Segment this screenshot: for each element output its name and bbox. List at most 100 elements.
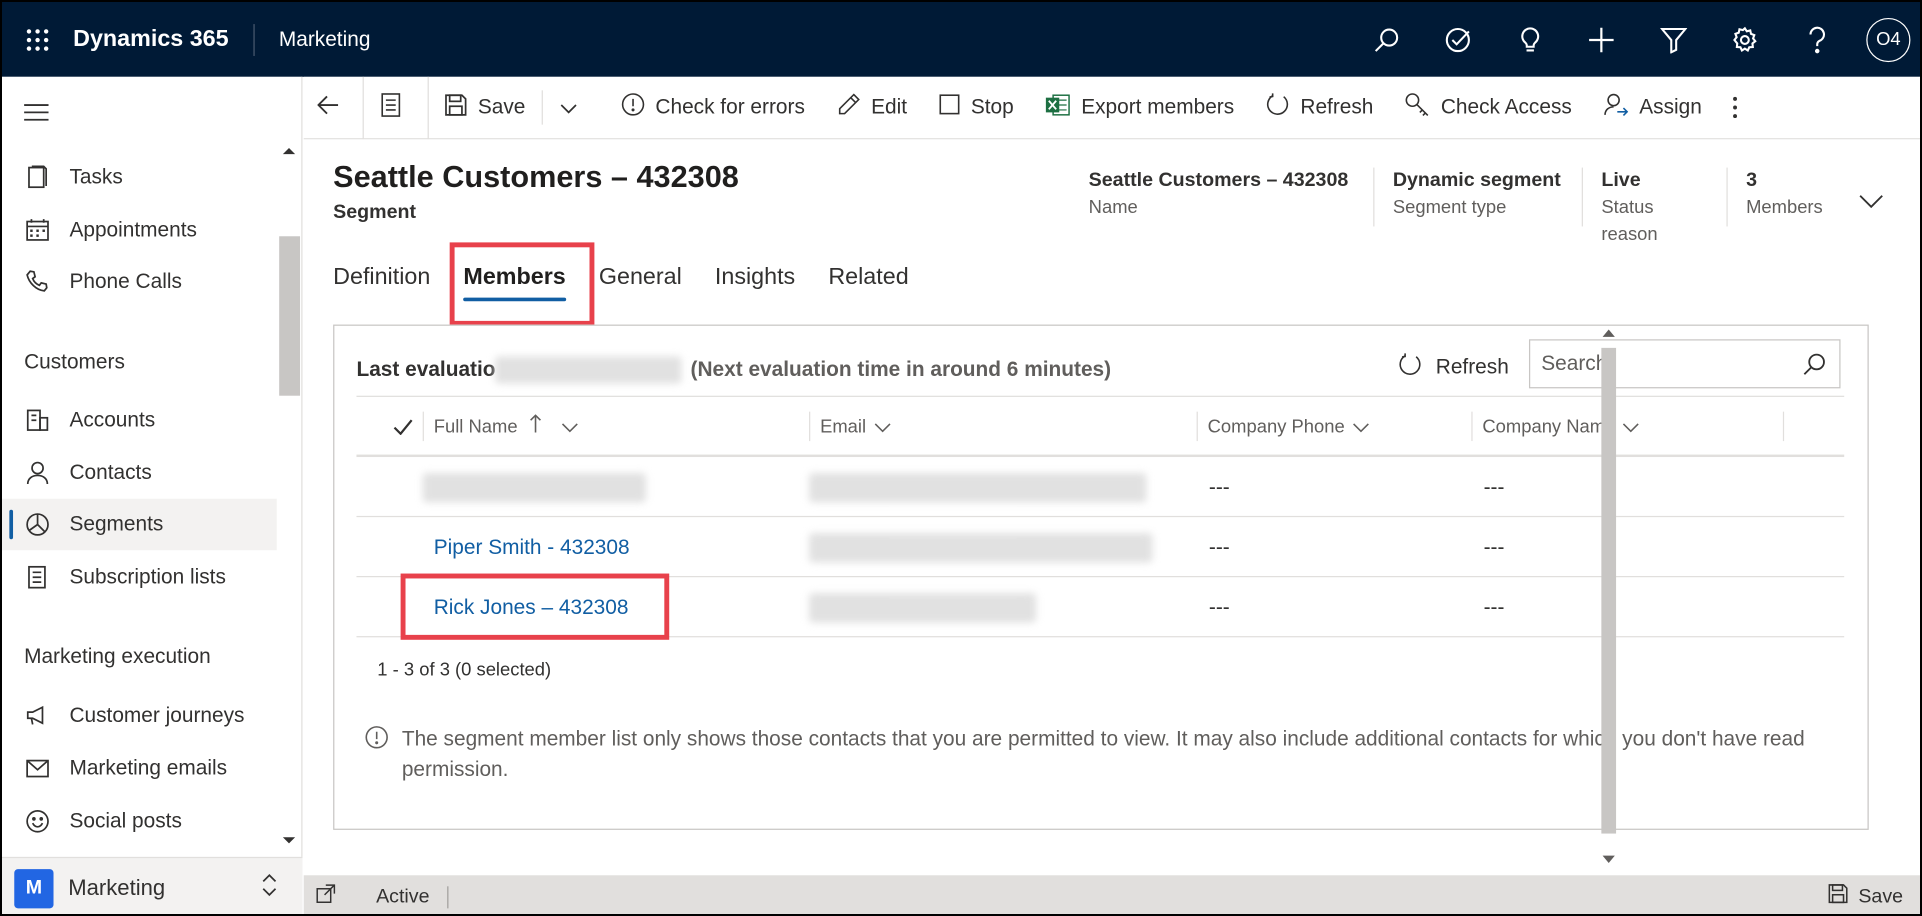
- scroll-down-arrow-icon[interactable]: [1602, 855, 1615, 864]
- sidebar-item-social-posts[interactable]: Social posts: [2, 796, 277, 848]
- column-header-company-phone[interactable]: Company Phone: [1197, 397, 1472, 456]
- tab-insights[interactable]: Insights: [715, 260, 795, 309]
- check-for-errors-button[interactable]: Check for errors: [605, 76, 821, 139]
- sidebar-item-segments[interactable]: Segments: [2, 498, 277, 551]
- form-view-button[interactable]: [364, 76, 428, 139]
- open-new-window-icon[interactable]: [316, 884, 336, 910]
- grid-header: Full Name Email Company Phone Company Na…: [356, 395, 1845, 458]
- search-icon[interactable]: [1803, 353, 1826, 382]
- accounts-icon: [2, 408, 69, 433]
- column-header-company-name[interactable]: Company Name: [1471, 397, 1783, 456]
- sidebar-item-label: Tasks: [69, 165, 123, 189]
- sidebar-item-subscription-lists[interactable]: Subscription lists: [2, 551, 277, 603]
- entity-name: Segment: [333, 201, 417, 223]
- task-icon[interactable]: [1422, 2, 1494, 77]
- app-launcher-icon[interactable]: [2, 2, 73, 77]
- scroll-up-arrow-icon[interactable]: [282, 147, 296, 155]
- status-bar: Active Save: [303, 875, 1920, 914]
- lightbulb-icon[interactable]: [1494, 2, 1566, 77]
- tab-general[interactable]: General: [599, 260, 682, 309]
- export-members-button[interactable]: Export members: [1030, 76, 1250, 139]
- tasks-icon: [2, 165, 69, 190]
- header-field-value: Seattle Customers – 432308: [1088, 170, 1349, 191]
- sidebar-item-tasks[interactable]: Tasks: [2, 152, 277, 204]
- brand-name[interactable]: Dynamics 365: [73, 23, 255, 56]
- edit-button[interactable]: Edit: [821, 76, 923, 139]
- scrollbar-thumb[interactable]: [1601, 347, 1617, 834]
- highlight-box-members-tab: [449, 242, 595, 326]
- sidebar-item-appointments[interactable]: Appointments: [2, 204, 277, 256]
- column-header-email[interactable]: Email: [809, 397, 1197, 456]
- search-icon[interactable]: [1351, 2, 1423, 77]
- save-icon: [445, 93, 478, 121]
- area-switcher[interactable]: M Marketing: [2, 856, 303, 914]
- header-field-label: Status reason: [1601, 197, 1658, 245]
- sort-ascending-icon: [530, 414, 542, 439]
- chevron-down-icon: [562, 416, 579, 437]
- full-name-link[interactable]: Piper Smith - 432308: [434, 517, 630, 577]
- sidebar-item-contacts[interactable]: Contacts: [2, 447, 277, 499]
- more-commands-icon[interactable]: [1718, 76, 1763, 139]
- sidebar-item-accounts[interactable]: Accounts: [2, 394, 277, 446]
- last-evaluation: Last evaluatio (Next evaluation time in …: [356, 356, 1111, 384]
- gear-icon[interactable]: [1709, 2, 1781, 77]
- redacted-email: [809, 532, 1153, 562]
- grid-refresh-button[interactable]: Refresh: [1399, 353, 1509, 382]
- tab-related[interactable]: Related: [828, 260, 908, 309]
- header-expand-chevron-icon[interactable]: [1859, 192, 1884, 214]
- filter-icon[interactable]: [1638, 2, 1710, 77]
- form-scrollbar[interactable]: [1599, 326, 1617, 872]
- company-name-cell: ---: [1483, 474, 1505, 499]
- company-phone-cell: ---: [1208, 474, 1230, 499]
- sidebar-item-label: Customer journeys: [69, 703, 245, 727]
- sidebar-item-marketing-emails[interactable]: Marketing emails: [2, 743, 277, 795]
- edit-label: Edit: [871, 95, 908, 119]
- header-field-status-reason: Live Status reason: [1581, 167, 1727, 245]
- area-label: Marketing: [68, 875, 166, 900]
- header-field-value: 3: [1746, 170, 1758, 191]
- user-avatar[interactable]: O4: [1866, 17, 1911, 62]
- select-all-checkbox[interactable]: [383, 397, 420, 456]
- stop-button[interactable]: Stop: [923, 76, 1030, 139]
- help-icon[interactable]: [1781, 2, 1853, 77]
- sidebar-item-customer-journeys[interactable]: Customer journeys: [2, 690, 277, 742]
- table-row[interactable]: --- ---: [356, 457, 1845, 518]
- save-button[interactable]: Save: [429, 76, 542, 139]
- sidebar-item-phone-calls[interactable]: Phone Calls: [2, 256, 277, 308]
- scroll-up-arrow-icon[interactable]: [1602, 329, 1615, 337]
- sitemap-sidebar: Tasks Appointments Phone Calls Customers…: [2, 76, 303, 914]
- email-cell: [809, 457, 1147, 517]
- assign-button[interactable]: Assign: [1588, 76, 1718, 139]
- mail-icon: [2, 759, 69, 779]
- header-field-value: Dynamic segment: [1392, 170, 1561, 191]
- sidebar-item-label: Contacts: [69, 460, 152, 485]
- check-access-button[interactable]: Check Access: [1389, 76, 1587, 139]
- chevron-down-icon: [1623, 416, 1640, 437]
- save-options-chevron[interactable]: [543, 76, 606, 139]
- social-icon: [2, 809, 69, 834]
- sidebar-item-label: Accounts: [69, 407, 156, 432]
- status-save-button[interactable]: Save: [1828, 884, 1903, 910]
- search-input[interactable]: Search: [1528, 339, 1841, 389]
- redacted-email: [809, 592, 1036, 622]
- email-cell: [809, 517, 1153, 577]
- segments-icon: [2, 512, 69, 537]
- table-row[interactable]: Piper Smith - 432308 --- ---: [356, 517, 1845, 578]
- page-title: Seattle Customers – 432308: [333, 160, 739, 195]
- save-label: Save: [477, 95, 526, 119]
- scroll-down-arrow-icon[interactable]: [282, 837, 296, 844]
- column-label: Company Phone: [1207, 415, 1345, 437]
- hamburger-menu-icon[interactable]: [24, 104, 49, 127]
- refresh-button[interactable]: Refresh: [1250, 76, 1389, 139]
- phone-icon: [2, 269, 69, 294]
- app-name[interactable]: Marketing: [254, 27, 371, 52]
- tab-definition[interactable]: Definition: [333, 260, 430, 309]
- sidebar-item-label: Social posts: [69, 809, 182, 833]
- sidebar-scrollbar[interactable]: [279, 236, 301, 396]
- chevron-down-icon: [560, 95, 588, 120]
- journey-icon: [2, 704, 69, 729]
- column-header-full-name[interactable]: Full Name: [423, 397, 809, 456]
- back-button[interactable]: [304, 76, 363, 139]
- full-name-cell[interactable]: [422, 457, 646, 517]
- plus-icon[interactable]: [1566, 2, 1638, 77]
